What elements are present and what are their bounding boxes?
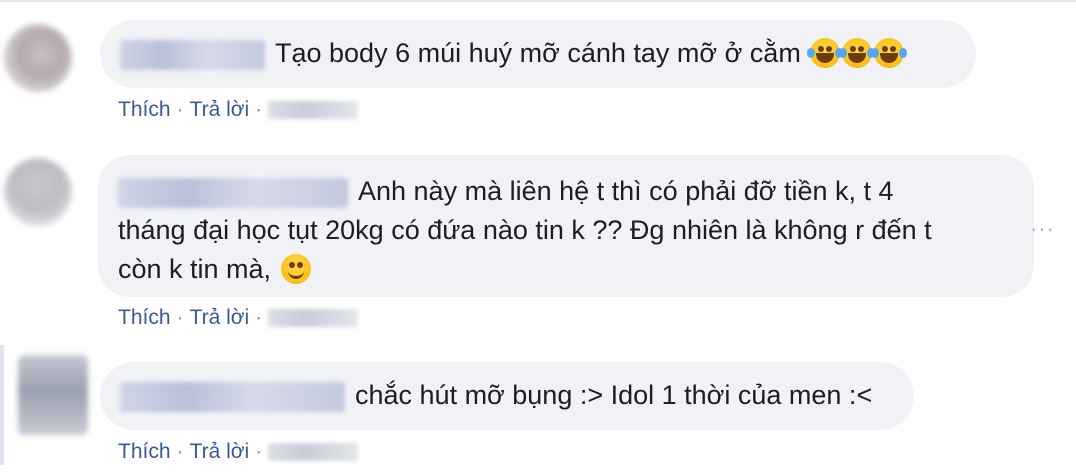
laughing-tears-icon [807, 38, 844, 68]
comment-text-line: còn k tin mà, [118, 254, 279, 284]
comment-actions: Thích · Trả lời · [118, 98, 359, 122]
like-link[interactable]: Thích [118, 98, 171, 121]
commenter-name[interactable] [120, 381, 345, 412]
avatar[interactable] [18, 355, 88, 435]
comment-text: chắc hút mỡ bụng :> Idol 1 thời của men … [355, 380, 873, 410]
laughing-tears-icon [871, 38, 908, 68]
avatar[interactable] [4, 24, 72, 92]
like-link[interactable]: Thích [118, 306, 171, 329]
smiling-face-icon [280, 254, 311, 284]
reply-link[interactable]: Trả lời [190, 306, 250, 329]
separator: · [176, 306, 184, 329]
avatar[interactable] [4, 158, 72, 226]
comment-text: Tạo body 6 múi huý mỡ cánh tay mỡ ở cằm [275, 38, 801, 68]
laughing-tears-icon [839, 38, 876, 68]
reply-link[interactable]: Trả lời [190, 440, 250, 463]
comment-text-line: tháng đại học tụt 20kg có đứa nào tin k … [118, 215, 932, 245]
thread-indicator [0, 345, 4, 465]
comment-bubble: Anh này mà liên hệ t thì có phải đỡ tiền… [98, 155, 1034, 297]
reply-link[interactable]: Trả lời [190, 98, 250, 121]
more-options-icon[interactable]: ··· [1030, 216, 1055, 242]
like-link[interactable]: Thích [118, 440, 171, 463]
comment-bubble: chắc hút mỡ bụng :> Idol 1 thời của men … [100, 362, 914, 430]
commenter-name[interactable] [120, 39, 265, 70]
top-divider [0, 0, 1076, 2]
comment-actions: Thích · Trả lời · [118, 440, 359, 464]
timestamp[interactable] [268, 309, 359, 328]
separator: · [176, 440, 184, 463]
separator: · [255, 440, 263, 463]
timestamp[interactable] [268, 443, 359, 462]
commenter-name[interactable] [118, 177, 348, 208]
separator: · [255, 306, 263, 329]
comment-actions: Thích · Trả lời · [118, 306, 359, 330]
comment-bubble: Tạo body 6 múi huý mỡ cánh tay mỡ ở cằm [100, 20, 976, 88]
separator: · [176, 98, 184, 121]
separator: · [255, 98, 263, 121]
timestamp[interactable] [268, 101, 359, 120]
comment-text-line: Anh này mà liên hệ t thì có phải đỡ tiền… [358, 176, 894, 206]
